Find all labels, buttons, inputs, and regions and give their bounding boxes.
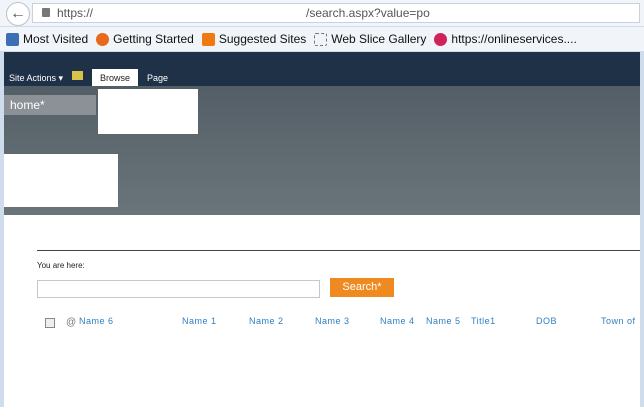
header-placeholder-box [98,89,198,134]
web-slice-icon [314,32,328,46]
bookmark-most-visited[interactable]: Most Visited [6,32,88,46]
address-bar-area: ← https:// /search.aspx?value=po [0,0,644,26]
firefox-icon [96,32,110,46]
url-scheme: https:// [57,6,94,20]
site-actions-menu[interactable]: Site Actions ▾ [9,73,63,84]
navigate-up-icon[interactable] [72,71,83,80]
attachment-icon: @ [66,317,77,328]
back-button[interactable]: ← [6,2,30,26]
column-header-name-6[interactable]: Name 6 [79,316,114,326]
column-header-town-of[interactable]: Town of [601,316,636,326]
search-input[interactable] [37,280,320,298]
url-path: /search.aspx?value=po [306,6,430,20]
dwf-icon [434,32,448,46]
column-header-name-1[interactable]: Name 1 [182,316,217,326]
search-button[interactable]: Search* [330,278,394,297]
suggested-sites-icon [201,32,215,46]
bookmark-getting-started[interactable]: Getting Started [96,32,194,46]
bookmark-suggested-sites[interactable]: Suggested Sites [201,32,307,46]
ribbon: Site Actions ▾ Browse Page [4,52,640,86]
nav-home[interactable]: home* [4,95,96,115]
bookmark-label: Web Slice Gallery [331,32,427,46]
column-header-dob[interactable]: DOB [536,316,557,326]
column-header-title1[interactable]: Title1 [471,316,496,326]
bookmark-web-slice-gallery[interactable]: Web Slice Gallery [314,32,426,46]
site-actions-label: Site Actions [9,73,57,83]
column-header-name-3[interactable]: Name 3 [315,316,350,326]
bookmark-label: Suggested Sites [218,32,307,46]
breadcrumb: You are here: [37,261,85,270]
page-content: Site Actions ▾ Browse Page home* You are… [4,52,640,407]
select-all-checkbox[interactable] [45,318,55,328]
url-input[interactable]: https:// /search.aspx?value=po [32,3,640,23]
tab-browse[interactable]: Browse [92,69,138,86]
site-logo-placeholder [4,154,118,207]
bookmark-label: Getting Started [113,32,194,46]
site-header: home* [4,86,640,215]
column-header-name-4[interactable]: Name 4 [380,316,415,326]
lock-icon [42,8,50,17]
divider [37,250,640,251]
bookmark-label: https://onlineservices.... [451,32,577,46]
column-header-name-2[interactable]: Name 2 [249,316,284,326]
tab-page[interactable]: Page [147,73,168,83]
bookmarks-bar: Most Visited Getting Started Suggested S… [0,27,644,51]
column-header-name-5[interactable]: Name 5 [426,316,461,326]
most-visited-icon [6,32,19,46]
bookmark-onlineservices[interactable]: https://onlineservices.... [434,32,577,46]
bookmark-label: Most Visited [23,32,89,46]
